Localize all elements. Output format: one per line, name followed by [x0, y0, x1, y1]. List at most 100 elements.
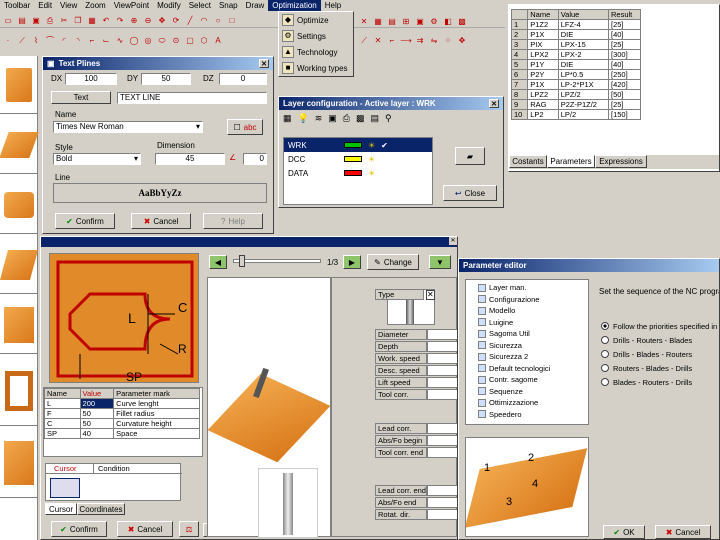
tab-costants[interactable]: Costants [509, 155, 547, 168]
arc4-icon[interactable]: ◝ [72, 35, 84, 46]
dot-circle-icon[interactable]: ⊙ [170, 35, 182, 46]
layer-color-swatch[interactable] [344, 156, 362, 162]
line-icon[interactable]: ╱ [184, 15, 196, 26]
tool-field-input[interactable] [427, 435, 457, 446]
color-icon[interactable]: ≋ [315, 113, 323, 124]
print-icon[interactable]: ⎙ [44, 15, 56, 26]
fillet-icon[interactable]: ⌐ [86, 35, 98, 46]
field-checkbox-icon[interactable]: ✕ [425, 289, 435, 300]
dz-input[interactable]: 0 [219, 73, 267, 85]
thumbnail-1[interactable] [0, 56, 38, 114]
tree-item[interactable]: Default tecnologici [466, 363, 588, 375]
tree-item[interactable]: Sicurezza 2 [466, 351, 588, 363]
close-icon[interactable]: ✕ [449, 237, 457, 245]
arc2-icon[interactable]: ⌒ [44, 35, 56, 46]
tree-item[interactable]: Contr. sagome [466, 374, 588, 386]
rect-icon[interactable]: □ [226, 15, 238, 26]
measure-icon[interactable]: ⊞ [400, 16, 412, 27]
tool-field-input[interactable] [427, 389, 457, 400]
layer-icon[interactable]: ▤ [386, 16, 398, 27]
confirm-button[interactable]: ✔ Confirm [55, 213, 115, 229]
thumbnail-4[interactable] [0, 236, 39, 294]
table-row[interactable]: 7 P1X LP-2*P1X [420] [510, 79, 642, 90]
menu-item-optimize[interactable]: ◆ Optimize [279, 12, 353, 28]
rotate-icon[interactable]: ⟳ [170, 15, 182, 26]
tool-field-input[interactable]: 0.0 [427, 377, 457, 388]
tree-item[interactable]: Sicurezza [466, 340, 588, 352]
font-button[interactable]: ☐ abc [227, 119, 263, 135]
layer-color-swatch[interactable] [344, 170, 362, 176]
menu-viewpoint[interactable]: ViewPoint [110, 0, 153, 11]
menu-item-working-types[interactable]: ■ Working types [279, 60, 353, 76]
radio-icon[interactable] [601, 336, 609, 344]
menu-snap[interactable]: Snap [215, 0, 242, 11]
tree-item[interactable]: Luigine [466, 317, 588, 329]
arc-icon[interactable]: ◠ [198, 15, 210, 26]
tree-item[interactable]: Modello [466, 305, 588, 317]
layer-color-button[interactable]: ▰ [455, 147, 485, 165]
table-row[interactable]: 1 P1Z2 LFZ-4 [25] [510, 19, 642, 30]
settings2-icon[interactable]: ⚙ [428, 16, 440, 27]
diag-line-icon[interactable]: ⟋ [16, 35, 28, 46]
cancel-button[interactable]: ✖ Cancel [131, 213, 191, 229]
table-row[interactable]: 8 LPZ2 LPZ/2 [50] [510, 89, 642, 100]
table-row[interactable]: SP 40 Space [44, 428, 200, 439]
thumbnail-5[interactable] [0, 296, 38, 354]
radio-icon[interactable] [601, 322, 609, 330]
tab-coordinates[interactable]: Coordinates [77, 503, 125, 515]
radio-icon[interactable] [601, 378, 609, 386]
sequence-option[interactable]: Blades - Routers - Drills [601, 375, 719, 389]
menu-item-settings[interactable]: ⚙ Settings [279, 28, 353, 44]
table-row[interactable]: F 50 Fillet radius [44, 408, 200, 419]
tool-field-input[interactable]: 0.0 [427, 353, 457, 364]
cursor-cell[interactable] [50, 478, 80, 498]
scale-icon[interactable]: ⚖ [179, 521, 199, 537]
sequence-option[interactable]: Drills - Blades - Routers [601, 347, 719, 361]
diag2-icon[interactable]: ⟋ [358, 35, 370, 46]
sequence-option[interactable]: Routers - Blades - Drills [601, 361, 719, 375]
dy-input[interactable]: 50 [141, 73, 191, 85]
spline-icon[interactable]: ∿ [114, 35, 126, 46]
mirror-icon[interactable]: ⇋ [428, 35, 440, 46]
text-button[interactable]: Text [51, 91, 111, 104]
lock-icon[interactable]: ▩ [356, 113, 365, 124]
menu-view[interactable]: View [56, 0, 81, 11]
angle-input[interactable]: 0 [243, 153, 267, 165]
tree-item[interactable]: Sequenze [466, 386, 588, 398]
tools-icon[interactable]: ◧ [442, 16, 454, 27]
radio-icon[interactable] [601, 364, 609, 372]
menu-modify[interactable]: Modify [153, 0, 185, 11]
thumbnail-6[interactable] [0, 356, 38, 426]
tree-item[interactable]: Speedero [466, 409, 588, 421]
tree-item[interactable]: Configurazione [466, 294, 588, 306]
menu-edit[interactable]: Edit [34, 0, 56, 11]
thumbnail-2[interactable] [0, 116, 39, 174]
point-icon[interactable]: · [2, 35, 14, 46]
cancel-button[interactable]: ✖ Cancel [655, 525, 711, 539]
radio-icon[interactable] [601, 350, 609, 358]
cross-icon[interactable]: ✕ [372, 35, 384, 46]
save-icon[interactable]: ▣ [30, 15, 42, 26]
table-row[interactable]: 10 LP2 LP/2 [150] [510, 109, 642, 120]
poly2-icon[interactable]: ⬡ [198, 35, 210, 46]
cancel-button[interactable]: ✖ Cancel [117, 521, 173, 537]
array-icon[interactable]: ⁘ [442, 35, 454, 46]
bulb-icon[interactable]: ☀ [368, 141, 375, 150]
text-input[interactable]: TEXT LINE [117, 92, 267, 104]
confirm-button[interactable]: ✔ Confirm [51, 521, 107, 537]
chamfer-icon[interactable]: ⌙ [100, 35, 112, 46]
zoom-in-icon[interactable]: ⊕ [128, 15, 140, 26]
table-row[interactable]: 2 P1X DIE [40] [510, 29, 642, 40]
close-button[interactable]: ↩ Close [443, 185, 497, 201]
tool-field-input[interactable]: 0.0 [427, 341, 457, 352]
tool-field-input[interactable]: 0.0 [427, 365, 457, 376]
props-icon[interactable]: ▣ [414, 16, 426, 27]
style-select[interactable]: Bold ▾ [53, 153, 141, 165]
menu-item-technology[interactable]: ▲ Technology [279, 44, 353, 60]
paste-icon[interactable]: ▦ [86, 15, 98, 26]
circle2-icon[interactable]: ◯ [128, 35, 140, 46]
font-select[interactable]: Times New Roman ▾ [53, 121, 203, 133]
bulb-icon[interactable]: ☀ [368, 155, 375, 164]
tree-item[interactable]: Ottimizzazione [466, 397, 588, 409]
tool-field-input[interactable] [427, 447, 457, 458]
